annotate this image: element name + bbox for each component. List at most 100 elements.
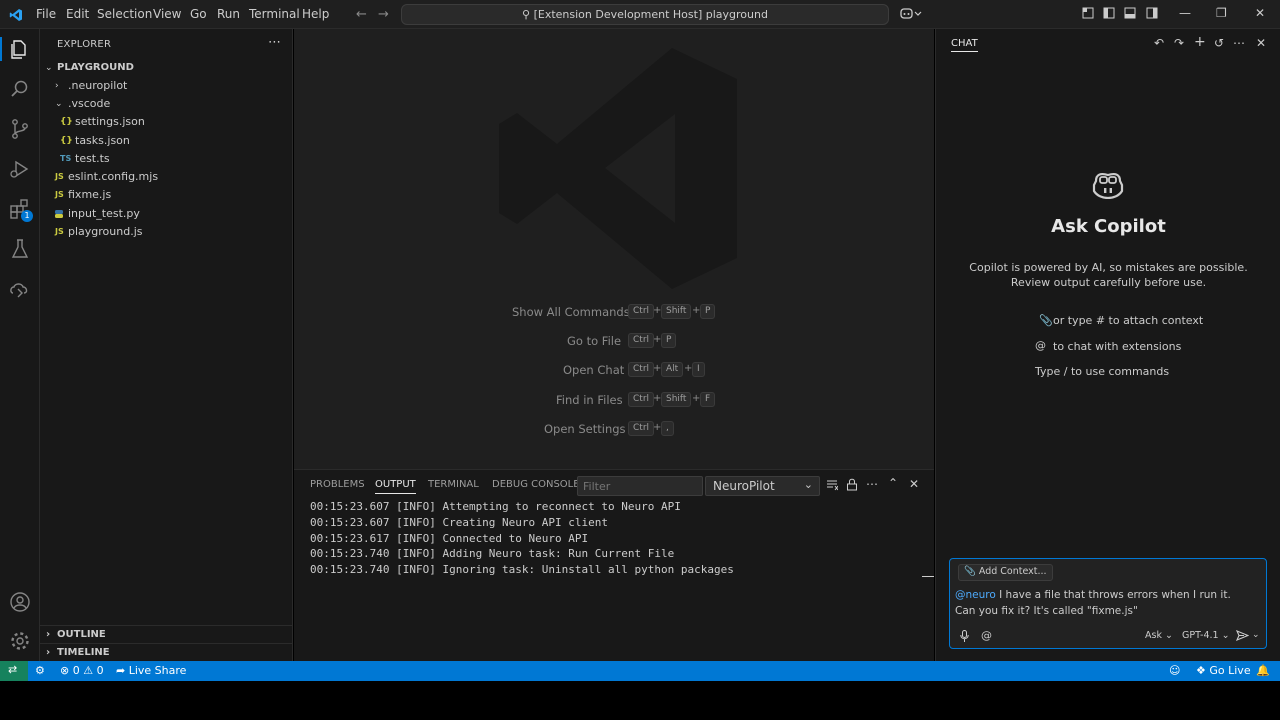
run-and-debug-icon[interactable] (8, 157, 32, 181)
timeline-section[interactable]: › TIMELINE (40, 643, 293, 662)
clear-output-icon[interactable] (826, 479, 838, 491)
key: P (700, 304, 716, 319)
output-channel-select[interactable]: NeuroPilot ⌄ (705, 476, 820, 496)
warning-count: 0 (96, 664, 104, 677)
source-control-icon[interactable] (8, 117, 32, 141)
menu-run[interactable]: Run (217, 7, 240, 21)
key: Ctrl (628, 333, 655, 348)
remote-indicator[interactable]: ⇄ (0, 661, 28, 681)
menu-view[interactable]: View (153, 7, 181, 21)
close-window-icon[interactable]: ✕ (1255, 6, 1265, 20)
tab-debug-console[interactable]: DEBUG CONSOLE (492, 479, 580, 490)
error-count: 0 (72, 664, 80, 677)
search-icon[interactable] (8, 77, 32, 101)
minimize-icon[interactable]: — (1179, 6, 1191, 20)
live-share-icon: ➦ (116, 664, 126, 677)
key: I (692, 362, 705, 377)
tree-item-settings-json[interactable]: {} settings.json (40, 113, 293, 131)
title-bar: File Edit Selection View Go Run Terminal… (0, 0, 1280, 29)
scrollbar-thumb[interactable] (922, 576, 934, 577)
explorer-icon[interactable] (8, 38, 32, 62)
more-actions-icon[interactable]: ⋯ (1233, 36, 1245, 50)
live-share-button[interactable]: ➦ Live Share (116, 664, 186, 677)
back-arrow-icon[interactable]: ← (356, 7, 367, 22)
outline-section[interactable]: › OUTLINE (40, 625, 293, 644)
remote-explorer-icon[interactable] (8, 277, 32, 301)
source-control-sync-icon[interactable]: ⚙ (35, 664, 45, 677)
copilot-status-icon[interactable]: ☺ (1169, 664, 1180, 677)
tab-terminal[interactable]: TERMINAL (428, 479, 479, 490)
toggle-primary-sidebar-icon[interactable] (1103, 7, 1115, 19)
new-chat-icon[interactable]: + (1194, 34, 1206, 50)
javascript-file-icon: JS (55, 227, 64, 236)
outline-label: OUTLINE (57, 629, 106, 640)
chat-input-text[interactable]: @neuro I have a file that throws errors … (955, 587, 1245, 619)
menu-terminal[interactable]: Terminal (249, 7, 300, 21)
workspace-root-label: PLAYGROUND (57, 62, 134, 73)
tree-item-test-ts[interactable]: TS test.ts (40, 150, 293, 168)
model-picker[interactable]: GPT-4.1 ⌄ (1182, 630, 1230, 641)
at-mention-icon[interactable]: @ (981, 629, 992, 642)
tree-item-fixme-js[interactable]: JS fixme.js (40, 186, 293, 204)
tab-chat[interactable]: CHAT (951, 38, 978, 52)
close-panel-icon[interactable]: ✕ (909, 477, 919, 491)
send-icon[interactable] (1236, 630, 1249, 641)
menu-go[interactable]: Go (190, 7, 207, 21)
warning-icon: ⚠ (83, 664, 94, 677)
testing-icon[interactable] (8, 237, 32, 261)
tree-item-tasks-json[interactable]: {} tasks.json (40, 132, 293, 150)
toggle-panel-icon[interactable] (1124, 7, 1136, 19)
restore-icon[interactable]: ❐ (1216, 6, 1227, 20)
key: Alt (661, 362, 684, 377)
vscode-logo-icon (9, 9, 22, 21)
output-filter-input[interactable] (577, 476, 703, 496)
tab-problems[interactable]: PROBLEMS (310, 479, 365, 490)
menu-selection[interactable]: Selection (97, 7, 152, 21)
tree-item-neuropilot[interactable]: › .neuropilot (40, 77, 293, 95)
go-live-button[interactable]: ❖ Go Live (1196, 664, 1251, 677)
menu-file[interactable]: File (36, 7, 56, 21)
copilot-menu-icon[interactable] (900, 7, 922, 21)
tree-item-playground-js[interactable]: JS playground.js (40, 223, 293, 241)
toggle-secondary-sidebar-icon[interactable] (1146, 7, 1158, 19)
menu-edit[interactable]: Edit (66, 7, 89, 21)
chevron-down-icon: ⌄ (1164, 630, 1173, 641)
chat-welcome-description: Copilot is powered by AI, so mistakes ar… (969, 261, 1248, 289)
mode-picker[interactable]: Ask ⌄ (1145, 630, 1173, 641)
more-actions-icon[interactable]: ⋯ (268, 35, 281, 50)
notifications-bell-icon[interactable]: 🔔 (1256, 664, 1270, 677)
customize-layout-icon[interactable] (1082, 7, 1094, 19)
tab-output[interactable]: OUTPUT (375, 479, 416, 494)
more-actions-icon[interactable]: ⋯ (866, 477, 878, 491)
editor-area: Show All Commands Ctrl + Shift + P Go to… (294, 29, 934, 469)
accounts-icon[interactable] (8, 590, 32, 614)
tree-item-vscode[interactable]: ⌄ .vscode (40, 95, 293, 113)
add-context-button[interactable]: 📎 Add Context... (958, 564, 1053, 581)
menu-help[interactable]: Help (302, 7, 329, 21)
manage-gear-icon[interactable] (8, 629, 32, 653)
workspace-root[interactable]: ⌄ PLAYGROUND (40, 59, 293, 77)
tree-item-label: .vscode (68, 97, 111, 110)
tree-item-eslint-config[interactable]: JS eslint.config.mjs (40, 168, 293, 186)
redo-icon[interactable]: ↷ (1174, 36, 1184, 50)
command-center[interactable]: ⚲ [Extension Development Host] playgroun… (401, 4, 889, 25)
lock-scroll-icon[interactable] (846, 478, 858, 491)
hint-extensions: to chat with extensions (1053, 340, 1182, 353)
chevron-right-icon: › (55, 81, 59, 91)
forward-arrow-icon[interactable]: → (378, 7, 389, 22)
log-line: 00:15:23.617 [INFO] Connected to Neuro A… (310, 532, 589, 545)
chat-input-box[interactable]: 📎 Add Context... @neuro I have a file th… (949, 558, 1267, 649)
history-icon[interactable]: ↺ (1214, 36, 1224, 50)
chevron-down-icon[interactable]: ⌄ (1252, 630, 1260, 640)
undo-icon[interactable]: ↶ (1154, 36, 1164, 50)
key: Shift (661, 304, 692, 319)
log-line: 00:15:23.740 [INFO] Ignoring task: Unins… (310, 563, 734, 576)
close-chat-icon[interactable]: ✕ (1256, 36, 1266, 50)
watermark-open-settings: Open Settings Ctrl + , (294, 421, 934, 438)
microphone-icon[interactable] (960, 630, 969, 642)
tree-item-input-test-py[interactable]: input_test.py (40, 205, 293, 223)
timeline-label: TIMELINE (57, 647, 110, 658)
chat-panel: CHAT ↶ ↷ + ↺ ⋯ ✕ Ask Copilot Copilot is … (935, 29, 1280, 661)
maximize-panel-icon[interactable]: ⌃ (888, 476, 898, 490)
problems-indicator[interactable]: ⊗ 0 ⚠ 0 (60, 664, 104, 677)
